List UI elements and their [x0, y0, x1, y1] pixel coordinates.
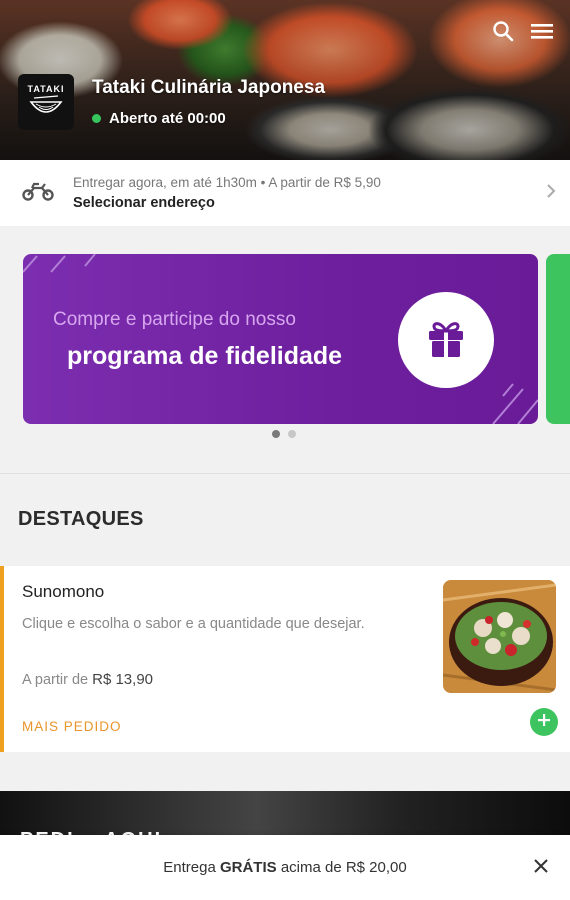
gift-badge — [398, 292, 494, 388]
status-dot — [92, 114, 101, 123]
product-image — [443, 580, 556, 693]
store-logo: TATAKI — [18, 74, 74, 130]
price-prefix: A partir de — [22, 672, 89, 688]
msg-suffix: acima de R$ 20,00 — [280, 859, 407, 876]
product-price: A partir de R$ 13,90 — [22, 671, 153, 688]
banner-subtitle: Compre e participe do nosso — [53, 309, 296, 330]
add-product-button[interactable] — [530, 708, 558, 736]
delivery-info: Entregar agora, em até 1h30m • A partir … — [73, 175, 381, 190]
gift-icon — [424, 316, 468, 365]
carousel-dot-2[interactable] — [288, 430, 296, 438]
search-icon[interactable] — [492, 20, 514, 47]
store-name: Tataki Culinária Japonesa — [92, 77, 326, 98]
menu-icon[interactable] — [530, 21, 554, 46]
msg-strong: GRÁTIS — [219, 859, 277, 876]
loyalty-banner[interactable]: Compre e participe do nosso programa de … — [23, 254, 538, 424]
store-hero: TATAKI Tataki Culinária Japonesa Aberto … — [0, 0, 570, 160]
status-text: Aberto até 00:00 — [109, 110, 226, 127]
logo-text: TATAKI — [27, 84, 65, 94]
msg-prefix: Entrega — [163, 859, 216, 876]
section-title: DESTAQUES — [18, 508, 144, 530]
banner-title: programa de fidelidade — [67, 342, 343, 370]
delivery-address-bar[interactable]: Entregar agora, em até 1h30m • A partir … — [0, 160, 570, 226]
free-delivery-message: Entrega GRÁTIS acima de R$ 20,00 — [163, 859, 406, 876]
price-value: R$ 13,90 — [92, 671, 154, 688]
plus-icon — [538, 713, 550, 731]
open-status: Aberto até 00:00 — [92, 110, 226, 127]
most-ordered-tag: MAIS PEDIDO — [22, 719, 122, 734]
product-card[interactable]: Sunomono Clique e escolha o sabor e a qu… — [0, 566, 570, 752]
select-address-label: Selecionar endereço — [73, 195, 215, 211]
product-name: Sunomono — [22, 582, 105, 601]
carousel-dot-1[interactable] — [272, 430, 280, 438]
motorcycle-icon — [22, 180, 56, 207]
carousel-dots — [272, 430, 296, 438]
next-banner-peek[interactable] — [546, 254, 570, 424]
bowl-icon — [29, 95, 63, 113]
close-icon[interactable] — [534, 859, 548, 878]
divider — [0, 473, 570, 474]
chevron-right-icon — [546, 183, 556, 204]
free-delivery-bar: Entrega GRÁTIS acima de R$ 20,00 — [0, 835, 570, 900]
product-description: Clique e escolha o sabor e a quantidade … — [22, 616, 365, 632]
